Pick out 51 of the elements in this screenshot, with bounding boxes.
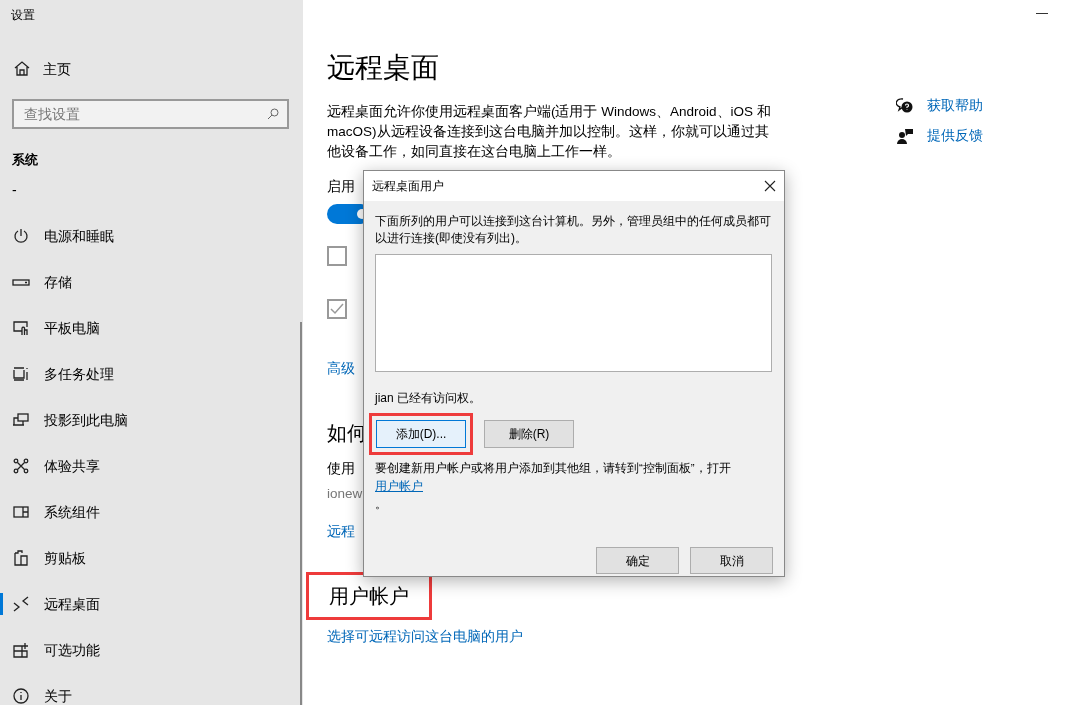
- dialog-button[interactable]: 确定: [596, 547, 679, 574]
- advanced-link[interactable]: 高级: [327, 359, 355, 379]
- status-text: jian 已经有访问权。: [375, 390, 481, 407]
- dialog-text: 要创建新用户帐户或将用户添加到其他组，请转到“控制面板”，打开 用户帐户 。: [375, 461, 732, 512]
- tablet-icon: [12, 319, 30, 337]
- sidebar-item[interactable]: 体验共享: [0, 443, 300, 489]
- close-icon[interactable]: [764, 180, 776, 192]
- sidebar-item[interactable]: 多任务处理: [0, 351, 300, 397]
- sidebar-item[interactable]: 关于: [0, 673, 300, 705]
- panel-icon: [12, 503, 30, 521]
- grid-plus-icon: [12, 641, 30, 659]
- pc-name: ionew: [327, 485, 363, 503]
- dialog-text: 下面所列的用户可以连接到这台计算机。另外，管理员组中的任何成员都可以进行连接(即使没有列出)。: [375, 213, 772, 247]
- checkbox[interactable]: [327, 299, 347, 319]
- sidebar-item[interactable]: 平板电脑: [0, 305, 300, 351]
- sidebar-item[interactable]: -: [0, 167, 300, 213]
- dialog-button[interactable]: 添加(D)...: [376, 420, 466, 448]
- page-title: 远程桌面: [327, 51, 440, 85]
- search-field[interactable]: 查找设置: [12, 99, 289, 129]
- sidebar-item[interactable]: 剪贴板: [0, 535, 300, 581]
- multitask-icon: [12, 365, 30, 383]
- home-link[interactable]: 主页: [43, 58, 71, 80]
- remote-icon: [12, 595, 30, 613]
- person-icon: [896, 127, 914, 145]
- help-icon: [896, 97, 914, 115]
- body-text: 使用: [327, 460, 355, 478]
- info-icon: [12, 687, 30, 705]
- remote-link[interactable]: 远程: [327, 522, 355, 542]
- power-icon: [12, 227, 30, 245]
- user-accounts-link[interactable]: 用户帐户: [375, 480, 423, 492]
- share-icon: [12, 457, 30, 475]
- checkbox[interactable]: [327, 246, 347, 266]
- sidebar-item[interactable]: 可选功能: [0, 627, 300, 673]
- setting-label: 启用: [327, 178, 355, 196]
- sidebar-item[interactable]: 电源和睡眠: [0, 213, 300, 259]
- dialog-button[interactable]: 删除(R): [484, 420, 574, 448]
- sidebar-item[interactable]: 投影到此电脑: [0, 397, 300, 443]
- search-icon: [267, 108, 279, 120]
- home-icon: [13, 60, 31, 78]
- section-heading: 系统: [12, 151, 38, 169]
- monitor-icon: [12, 411, 30, 429]
- dialog-title: 远程桌面用户: [372, 178, 444, 195]
- help-link[interactable]: 提供反馈: [927, 125, 983, 147]
- help-link[interactable]: 获取帮助: [927, 95, 983, 117]
- window-title: 设置: [11, 7, 35, 24]
- sidebar-item[interactable]: 存储: [0, 259, 300, 305]
- dialog-button[interactable]: 取消: [690, 547, 773, 574]
- clipboard-icon: [12, 549, 30, 567]
- description-text: 远程桌面允许你使用远程桌面客户端(适用于 Windows、Android、iOS 和 macOS)从远程设备连接到这台电脑并加以控制。这样，你就可以通过其他设备工作，如同直接在这台电脑上工作一样。: [327, 103, 772, 161]
- accounts-link[interactable]: 选择可远程访问这台电脑的用户: [327, 627, 523, 647]
- sidebar-item[interactable]: 系统组件: [0, 489, 300, 535]
